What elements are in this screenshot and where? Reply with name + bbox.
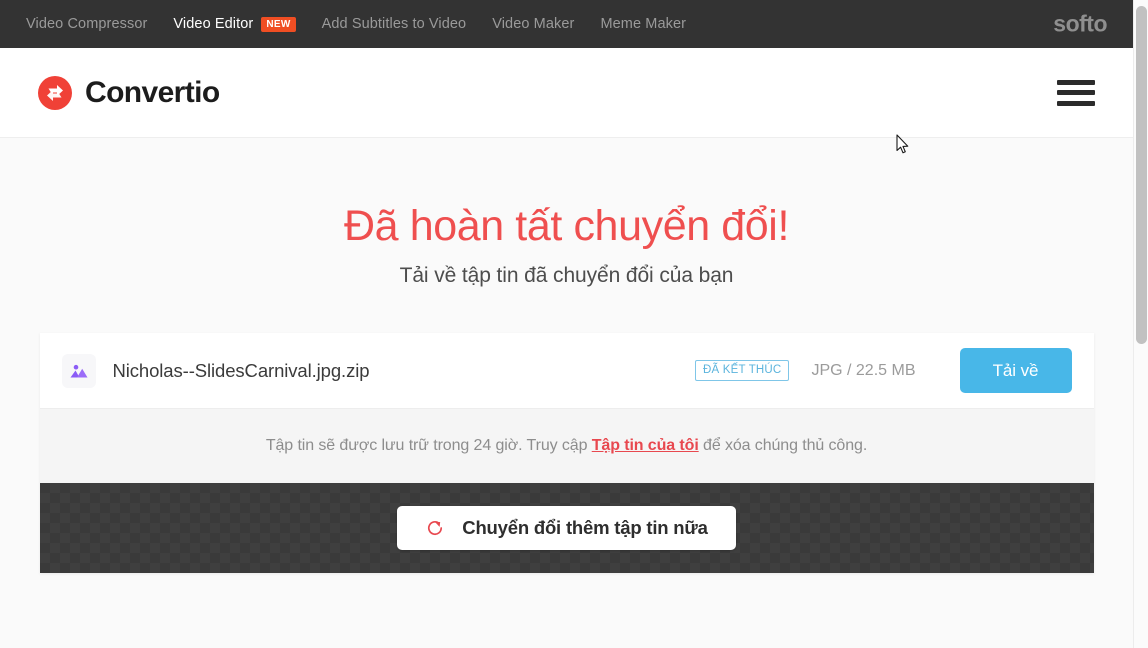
hamburger-menu-icon[interactable] <box>1057 80 1095 106</box>
convert-more-button[interactable]: Chuyển đổi thêm tập tin nữa <box>397 506 735 550</box>
convertio-brand-link[interactable]: Convertio <box>38 76 220 110</box>
hamburger-bar <box>1057 80 1095 85</box>
convert-more-band: Chuyển đổi thêm tập tin nữa <box>40 483 1094 573</box>
softo-logo[interactable]: softo <box>1053 11 1107 38</box>
conversion-result-panel: Nicholas--SlidesCarnival.jpg.zip ĐÃ KẾT … <box>40 333 1094 573</box>
file-row: Nicholas--SlidesCarnival.jpg.zip ĐÃ KẾT … <box>40 333 1094 408</box>
main-content: Đã hoàn tất chuyển đổi! Tải về tập tin đ… <box>0 138 1133 648</box>
storage-notice: Tập tin sẽ được lưu trữ trong 24 giờ. Tr… <box>40 408 1094 483</box>
topnav-item-video-editor[interactable]: Video Editor NEW <box>173 16 295 32</box>
page-scrollbar[interactable] <box>1133 0 1148 648</box>
topnav-item-video-maker[interactable]: Video Maker <box>492 16 574 32</box>
page-subtitle: Tải về tập tin đã chuyển đổi của bạn <box>0 264 1133 288</box>
notice-text-after: để xóa chúng thủ công. <box>699 437 868 454</box>
hamburger-bar <box>1057 90 1095 95</box>
promo-nav: Video Compressor Video Editor NEW Add Su… <box>26 16 686 32</box>
file-meta: JPG / 22.5 MB <box>811 362 915 380</box>
topnav-item-video-compressor[interactable]: Video Compressor <box>26 16 147 32</box>
site-header: Convertio <box>0 48 1133 138</box>
convertio-brand-name: Convertio <box>85 76 220 110</box>
topnav-item-meme-maker[interactable]: Meme Maker <box>600 16 686 32</box>
topnav-item-label: Video Editor <box>173 16 253 32</box>
download-button[interactable]: Tải về <box>960 348 1072 393</box>
hamburger-bar <box>1057 101 1095 106</box>
promo-topbar: Video Compressor Video Editor NEW Add Su… <box>0 0 1133 48</box>
page-title: Đã hoàn tất chuyển đổi! <box>0 202 1133 251</box>
new-badge: NEW <box>261 17 295 32</box>
my-files-link[interactable]: Tập tin của tôi <box>592 437 699 454</box>
refresh-icon <box>425 518 445 538</box>
topnav-item-add-subtitles[interactable]: Add Subtitles to Video <box>322 16 467 32</box>
storage-notice-text: Tập tin sẽ được lưu trữ trong 24 giờ. Tr… <box>266 437 867 455</box>
file-name: Nicholas--SlidesCarnival.jpg.zip <box>113 360 695 382</box>
image-file-icon <box>62 354 96 388</box>
status-badge: ĐÃ KẾT THÚC <box>695 360 789 381</box>
convert-more-label: Chuyển đổi thêm tập tin nữa <box>462 517 707 539</box>
page-scrollbar-thumb[interactable] <box>1136 6 1147 344</box>
notice-text-before: Tập tin sẽ được lưu trữ trong 24 giờ. Tr… <box>266 437 592 454</box>
convertio-logo-icon <box>38 76 72 110</box>
